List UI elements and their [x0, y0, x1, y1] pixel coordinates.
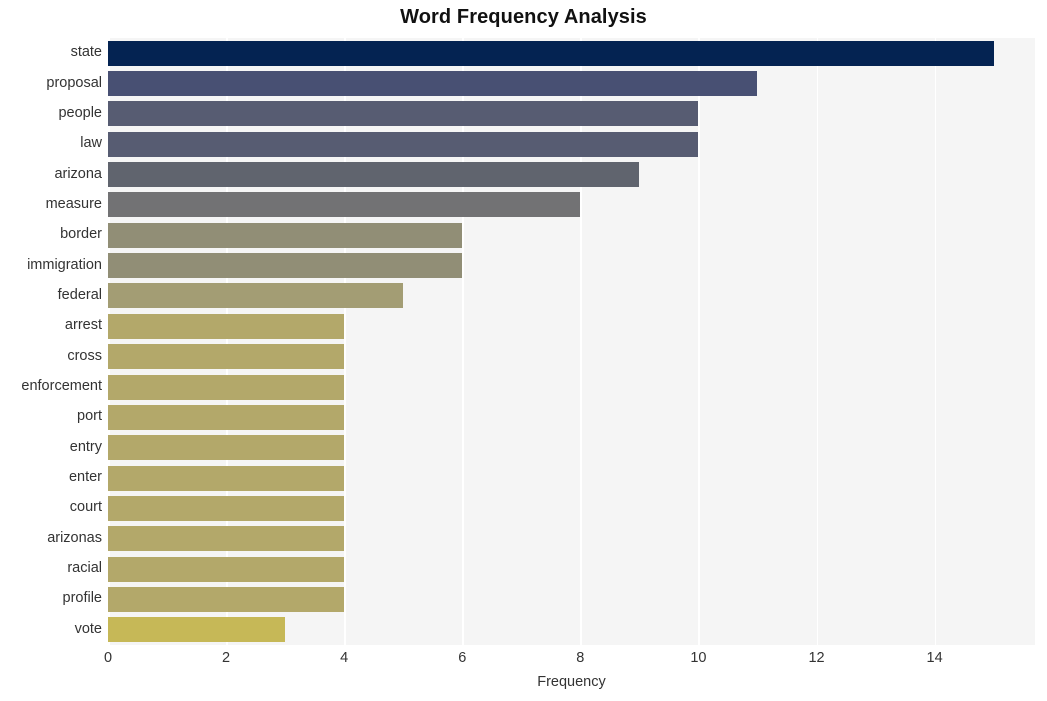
- x-tick-label-8: 8: [576, 650, 585, 666]
- bar-port: [108, 404, 345, 430]
- page-title: Word Frequency Analysis: [400, 6, 647, 28]
- y-tick-label-people: people: [58, 104, 102, 121]
- y-tick-label-port: port: [77, 408, 102, 425]
- bar-profile: [108, 586, 345, 612]
- bar-enter: [108, 465, 345, 491]
- bar-series: [108, 38, 1035, 645]
- bar-arizonas: [108, 526, 345, 552]
- x-tick-label-10: 10: [690, 650, 707, 666]
- bar-entry: [108, 435, 345, 461]
- y-tick-label-state: state: [70, 44, 102, 61]
- bar-row: [108, 465, 1035, 491]
- bar-arrest: [108, 313, 345, 339]
- bar-row: [108, 374, 1035, 400]
- y-tick-label-measure: measure: [45, 195, 102, 212]
- y-tick-label-racial: racial: [67, 560, 102, 577]
- y-tick-label-vote: vote: [74, 620, 102, 637]
- y-tick-label-enforcement: enforcement: [21, 378, 102, 395]
- bar-arizona: [108, 162, 640, 188]
- bar-row: [108, 404, 1035, 430]
- bar-row: [108, 556, 1035, 582]
- x-tick-label-6: 6: [458, 650, 467, 666]
- bar-immigration: [108, 253, 463, 279]
- bar-row: [108, 253, 1035, 279]
- y-tick-label-enter: enter: [68, 469, 102, 486]
- bar-row: [108, 313, 1035, 339]
- y-tick-label-arizona: arizona: [54, 165, 102, 182]
- y-tick-label-law: law: [80, 135, 102, 152]
- bar-row: [108, 162, 1035, 188]
- bar-measure: [108, 192, 581, 218]
- y-tick-label-arrest: arrest: [64, 317, 102, 334]
- bar-row: [108, 495, 1035, 521]
- bar-row: [108, 617, 1035, 643]
- bar-row: [108, 192, 1035, 218]
- y-tick-label-entry: entry: [69, 438, 102, 455]
- bar-row: [108, 526, 1035, 552]
- x-tick-label-0: 0: [103, 650, 113, 666]
- bar-border: [108, 222, 463, 248]
- x-tick-label-2: 2: [222, 650, 231, 666]
- bar-row: [108, 101, 1035, 127]
- bar-state: [108, 40, 994, 66]
- bar-vote: [108, 617, 286, 643]
- bar-people: [108, 101, 699, 127]
- bar-row: [108, 435, 1035, 461]
- bar-proposal: [108, 71, 758, 97]
- bar-row: [108, 40, 1035, 66]
- x-axis-tick-labels: 0 2 4 6 8 10 12 14: [0, 645, 1047, 675]
- y-tick-label-arizonas: arizonas: [47, 529, 102, 546]
- x-axis-title: Frequency: [537, 674, 606, 690]
- bar-federal: [108, 283, 404, 309]
- y-tick-label-court: court: [69, 499, 102, 516]
- plot-area: [108, 38, 1035, 645]
- bar-row: [108, 71, 1035, 97]
- y-tick-label-federal: federal: [57, 286, 102, 303]
- bar-racial: [108, 556, 345, 582]
- bar-court: [108, 495, 345, 521]
- bar-row: [108, 131, 1035, 157]
- bar-enforcement: [108, 374, 345, 400]
- bar-cross: [108, 344, 345, 370]
- x-tick-label-4: 4: [340, 650, 349, 666]
- y-tick-label-immigration: immigration: [27, 256, 102, 273]
- bar-law: [108, 131, 699, 157]
- chart-figure: Word Frequency Analysis state proposal peo…: [0, 0, 1047, 701]
- y-tick-label-border: border: [60, 226, 102, 243]
- bar-row: [108, 222, 1035, 248]
- y-axis-tick-labels: state proposal people law arizona measure bord…: [0, 38, 102, 645]
- bar-row: [108, 283, 1035, 309]
- x-tick-label-12: 12: [808, 650, 825, 666]
- bar-row: [108, 344, 1035, 370]
- y-tick-label-cross: cross: [67, 347, 102, 364]
- y-tick-label-profile: profile: [62, 590, 103, 607]
- bar-row: [108, 586, 1035, 612]
- x-tick-label-14: 14: [926, 650, 943, 666]
- y-tick-label-proposal: proposal: [46, 74, 102, 91]
